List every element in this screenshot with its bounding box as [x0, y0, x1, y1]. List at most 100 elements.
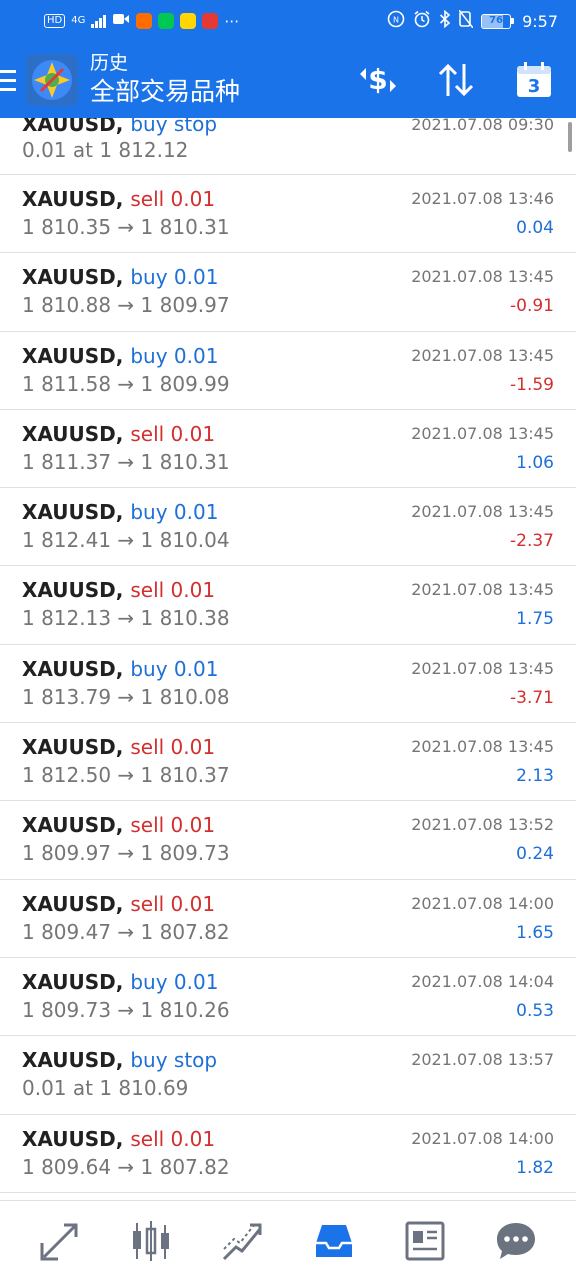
history-row[interactable]: XAUUSD, sell 0.01 1 812.50 → 1 810.37 2021… [0, 723, 576, 802]
price-range: 1 810.35 → 1 810.31 [22, 215, 230, 239]
app-logo-icon [26, 54, 78, 106]
quotes-icon[interactable] [30, 1211, 90, 1271]
app-notification-icon [136, 13, 153, 29]
history-icon[interactable] [304, 1211, 364, 1271]
row-title: XAUUSD, buy stop [22, 118, 217, 136]
history-row[interactable]: XAUUSD, buy 0.01 1 813.79 → 1 810.08 2021.… [0, 645, 576, 724]
symbol-filter[interactable]: 全部交易品种 [90, 75, 240, 109]
alarm-icon [413, 10, 431, 32]
status-left: HD 4G ⋯ [44, 12, 239, 30]
profit-value: -3.71 [510, 687, 554, 708]
history-row[interactable]: XAUUSD, buy 0.01 1 811.58 → 1 809.99 2021.… [0, 332, 576, 410]
timestamp: 2021.07.08 13:52 [411, 815, 554, 835]
symbol-label: XAUUSD, [22, 1126, 124, 1151]
profit-value: 1.65 [516, 922, 554, 943]
sort-icon[interactable] [434, 58, 478, 102]
hd-badge: HD [44, 14, 66, 28]
history-row[interactable]: XAUUSD, sell 0.01 1 812.13 → 1 810.38 2021… [0, 566, 576, 645]
symbol-label: XAUUSD, [22, 969, 124, 994]
bottom-nav [0, 1200, 576, 1280]
price-range: 1 812.13 → 1 810.38 [22, 606, 230, 631]
symbol-label: XAUUSD, [22, 891, 124, 916]
history-row[interactable]: XAUUSD, buy 0.01 1 810.88 → 1 809.97 2021.… [0, 253, 576, 332]
symbol-label: XAUUSD, [22, 656, 124, 681]
row-title: XAUUSD, buy 0.01 [22, 657, 218, 681]
header-titles: 历史 全部交易品种 [90, 51, 240, 109]
bluetooth-icon [439, 9, 451, 32]
row-title: XAUUSD, buy 0.01 [22, 344, 218, 368]
history-list[interactable]: XAUUSD, buy stop 0.01 at 1 812.12 2021.07.… [0, 118, 576, 1200]
calendar-day: 3 [528, 76, 541, 97]
timestamp: 2021.07.08 14:04 [411, 971, 554, 991]
price-range: 1 809.64 → 1 807.82 [22, 1154, 230, 1179]
row-title: XAUUSD, sell 0.01 [22, 422, 215, 446]
news-icon[interactable] [395, 1211, 455, 1271]
symbol-label: XAUUSD, [22, 813, 124, 838]
symbol-label: XAUUSD, [22, 187, 124, 211]
history-row[interactable]: XAUUSD, buy 0.01 1 809.73 → 1 810.26 2021.… [0, 958, 576, 1037]
nfc-icon: N [387, 10, 405, 32]
profit-value: -1.59 [510, 374, 554, 395]
timestamp: 2021.07.08 14:00 [411, 1128, 554, 1148]
timestamp: 2021.07.08 14:00 [411, 893, 554, 913]
currency-filter-icon[interactable]: $ [356, 58, 400, 102]
symbol-label: XAUUSD, [22, 500, 124, 525]
price-range: 1 811.37 → 1 810.31 [22, 449, 230, 474]
timestamp: 2021.07.08 13:46 [411, 189, 554, 208]
row-title: XAUUSD, buy 0.01 [22, 265, 218, 289]
history-row[interactable]: XAUUSD, sell 0.01 1 809.64 → 1 807.82 2021… [0, 1115, 576, 1193]
app-notification-icon [158, 13, 175, 29]
history-row[interactable]: XAUUSD, buy stop 0.01 at 1 812.12 2021.07.… [0, 118, 576, 175]
profit-value: 2.13 [516, 766, 554, 787]
timestamp: 2021.07.08 13:45 [411, 502, 554, 522]
trade-icon[interactable] [212, 1211, 272, 1271]
price-range: 0.01 at 1 810.69 [22, 1076, 189, 1101]
app-header: 历史 全部交易品种 $ 3 [0, 42, 576, 118]
history-row[interactable]: XAUUSD, sell 0.01 1 809.97 → 1 809.73 2021… [0, 801, 576, 880]
menu-icon[interactable] [0, 42, 22, 118]
timestamp: 2021.07.08 13:45 [411, 267, 554, 287]
row-title: XAUUSD, sell 0.01 [22, 1127, 215, 1151]
price-range: 1 813.79 → 1 810.08 [22, 684, 230, 709]
history-row[interactable]: XAUUSD, sell 0.01 1 811.37 → 1 810.31 2021… [0, 410, 576, 489]
price-range: 1 809.97 → 1 809.73 [22, 841, 230, 866]
row-title: XAUUSD, sell 0.01 [22, 578, 215, 602]
mute-icon [458, 9, 474, 32]
timestamp: 2021.07.08 13:45 [411, 580, 554, 600]
profit-value: 1.06 [516, 452, 554, 473]
side-label: sell 0.01 [130, 891, 216, 916]
history-row[interactable]: XAUUSD, sell 0.01 1 809.47 → 1 807.82 2021… [0, 880, 576, 958]
side-label: buy 0.01 [130, 265, 219, 290]
row-title: XAUUSD, sell 0.01 [22, 892, 215, 916]
timestamp: 2021.07.08 13:45 [411, 345, 554, 365]
calendar-icon[interactable]: 3 [512, 58, 556, 102]
side-label: buy stop [130, 118, 218, 136]
history-row[interactable]: XAUUSD, buy 0.01 1 812.41 → 1 810.04 2021.… [0, 488, 576, 567]
app-notification-icon [202, 13, 219, 29]
app-notification-icon [180, 13, 197, 29]
side-label: sell 0.01 [130, 187, 216, 211]
scrollbar[interactable] [568, 122, 572, 152]
chat-icon[interactable] [486, 1211, 546, 1271]
clock: 9:57 [522, 11, 558, 31]
header-actions: $ 3 [356, 58, 576, 102]
row-title: XAUUSD, buy 0.01 [22, 970, 218, 994]
battery-icon: 76 [481, 13, 515, 29]
more-notifications-icon: ⋯ [224, 12, 240, 30]
side-label: buy 0.01 [130, 500, 219, 525]
history-row[interactable]: XAUUSD, sell 0.01 1 810.35 → 1 810.31 2021… [0, 175, 576, 254]
profit-value: -0.91 [510, 296, 554, 317]
profit-value: -2.37 [510, 531, 554, 552]
price-range: 1 809.47 → 1 807.82 [22, 919, 230, 944]
side-label: buy 0.01 [130, 343, 219, 368]
row-title: XAUUSD, sell 0.01 [22, 813, 215, 837]
timestamp: 2021.07.08 13:45 [411, 423, 554, 443]
battery-level: 76 [489, 14, 504, 26]
svg-text:$: $ [368, 63, 387, 96]
timestamp: 2021.07.08 09:30 [411, 118, 554, 134]
side-label: sell 0.01 [130, 578, 216, 603]
row-title: XAUUSD, sell 0.01 [22, 187, 215, 211]
history-row[interactable]: XAUUSD, buy stop 0.01 at 1 810.69 2021.07.… [0, 1036, 576, 1115]
chart-icon[interactable] [121, 1211, 181, 1271]
price-range: 1 812.41 → 1 810.04 [22, 528, 230, 553]
